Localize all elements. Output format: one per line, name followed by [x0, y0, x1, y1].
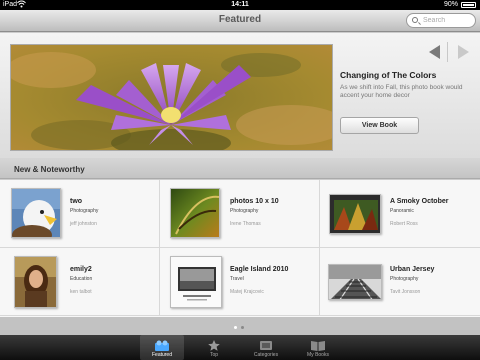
book-author: Matej Krajcovic: [230, 289, 264, 295]
book-cover-portrait[interactable]: [14, 256, 57, 308]
book-cover-tracks[interactable]: [328, 264, 382, 300]
next-arrow-icon[interactable]: [455, 44, 471, 60]
book-cell[interactable]: photos 10 x 10 Photography Irene Thomas: [160, 180, 320, 248]
tab-categories[interactable]: Categories: [244, 335, 288, 360]
search-box[interactable]: [406, 13, 476, 28]
tab-my-books[interactable]: My Books: [296, 335, 340, 360]
view-book-button[interactable]: View Book: [340, 117, 419, 134]
battery-percent: 90%: [443, 1, 458, 8]
tab-featured[interactable]: Featured: [140, 335, 184, 360]
book-title: photos 10 x 10: [230, 198, 279, 205]
book-title: A Smoky October: [390, 198, 449, 205]
featured-description: As we shift into Fall, this photo book w…: [340, 84, 463, 99]
page-dot[interactable]: [241, 326, 244, 329]
page-dot-active[interactable]: [234, 326, 237, 329]
page-control[interactable]: [0, 317, 480, 335]
book-title: Urban Jersey: [390, 266, 435, 273]
book-author: Irene Thomas: [230, 221, 261, 227]
clock: 14:11: [231, 1, 249, 8]
book-author: Tavit Jonsson: [390, 289, 421, 295]
tab-label: Featured: [151, 352, 172, 358]
book-cover-eagle[interactable]: [11, 188, 61, 238]
book-author: Robert Ross: [390, 221, 418, 227]
book-cell[interactable]: A Smoky October Panoramic Robert Ross: [320, 180, 480, 248]
featured-image[interactable]: [10, 44, 333, 151]
book-icon: [311, 338, 325, 351]
status-bar: iPad 14:11 90%: [0, 0, 480, 10]
book-category: Photography: [390, 276, 419, 282]
book-cover-island[interactable]: [170, 256, 222, 308]
book-author: ken talbot: [70, 289, 92, 295]
book-category: Education: [70, 276, 93, 282]
book-cell[interactable]: Eagle Island 2010 Travel Matej Krajcovic: [160, 248, 320, 316]
book-cell[interactable]: emily2 Education ken talbot: [0, 248, 160, 316]
categories-icon: [259, 338, 273, 350]
book-category: Photography: [70, 208, 99, 214]
star-icon: [207, 338, 221, 351]
tab-top[interactable]: Top: [192, 335, 236, 360]
book-category: Photography: [230, 208, 259, 214]
book-title: Eagle Island 2010: [230, 266, 289, 273]
book-cover-leaf[interactable]: [170, 188, 220, 238]
tab-bar: Featured Top Categories My Books: [0, 335, 480, 360]
battery-icon: [461, 2, 476, 8]
tab-label: My Books: [307, 352, 329, 358]
search-input[interactable]: [423, 15, 471, 26]
arrow-divider: [447, 42, 448, 62]
navigation-bar: Featured: [0, 10, 480, 32]
book-title: two: [70, 198, 83, 205]
section-title: New & Noteworthy: [14, 165, 85, 174]
featured-icon: [155, 338, 169, 351]
book-author: jeff johnston: [70, 221, 97, 227]
tab-label: Categories: [253, 352, 279, 358]
search-icon: [412, 17, 418, 23]
book-grid: two Photography jeff johnston photos 10 …: [0, 180, 480, 317]
section-header: New & Noteworthy: [0, 158, 480, 179]
previous-arrow-icon[interactable]: [426, 44, 442, 60]
book-title: emily2: [70, 266, 92, 273]
tab-label: Top: [209, 352, 219, 358]
book-category: Panoramic: [390, 208, 414, 214]
book-category: Travel: [230, 276, 244, 282]
book-cover-forest[interactable]: [329, 194, 381, 234]
featured-title: Changing of The Colors: [340, 70, 437, 80]
book-cell[interactable]: two Photography jeff johnston: [0, 180, 160, 248]
book-cell[interactable]: Urban Jersey Photography Tavit Jonsson: [320, 248, 480, 316]
